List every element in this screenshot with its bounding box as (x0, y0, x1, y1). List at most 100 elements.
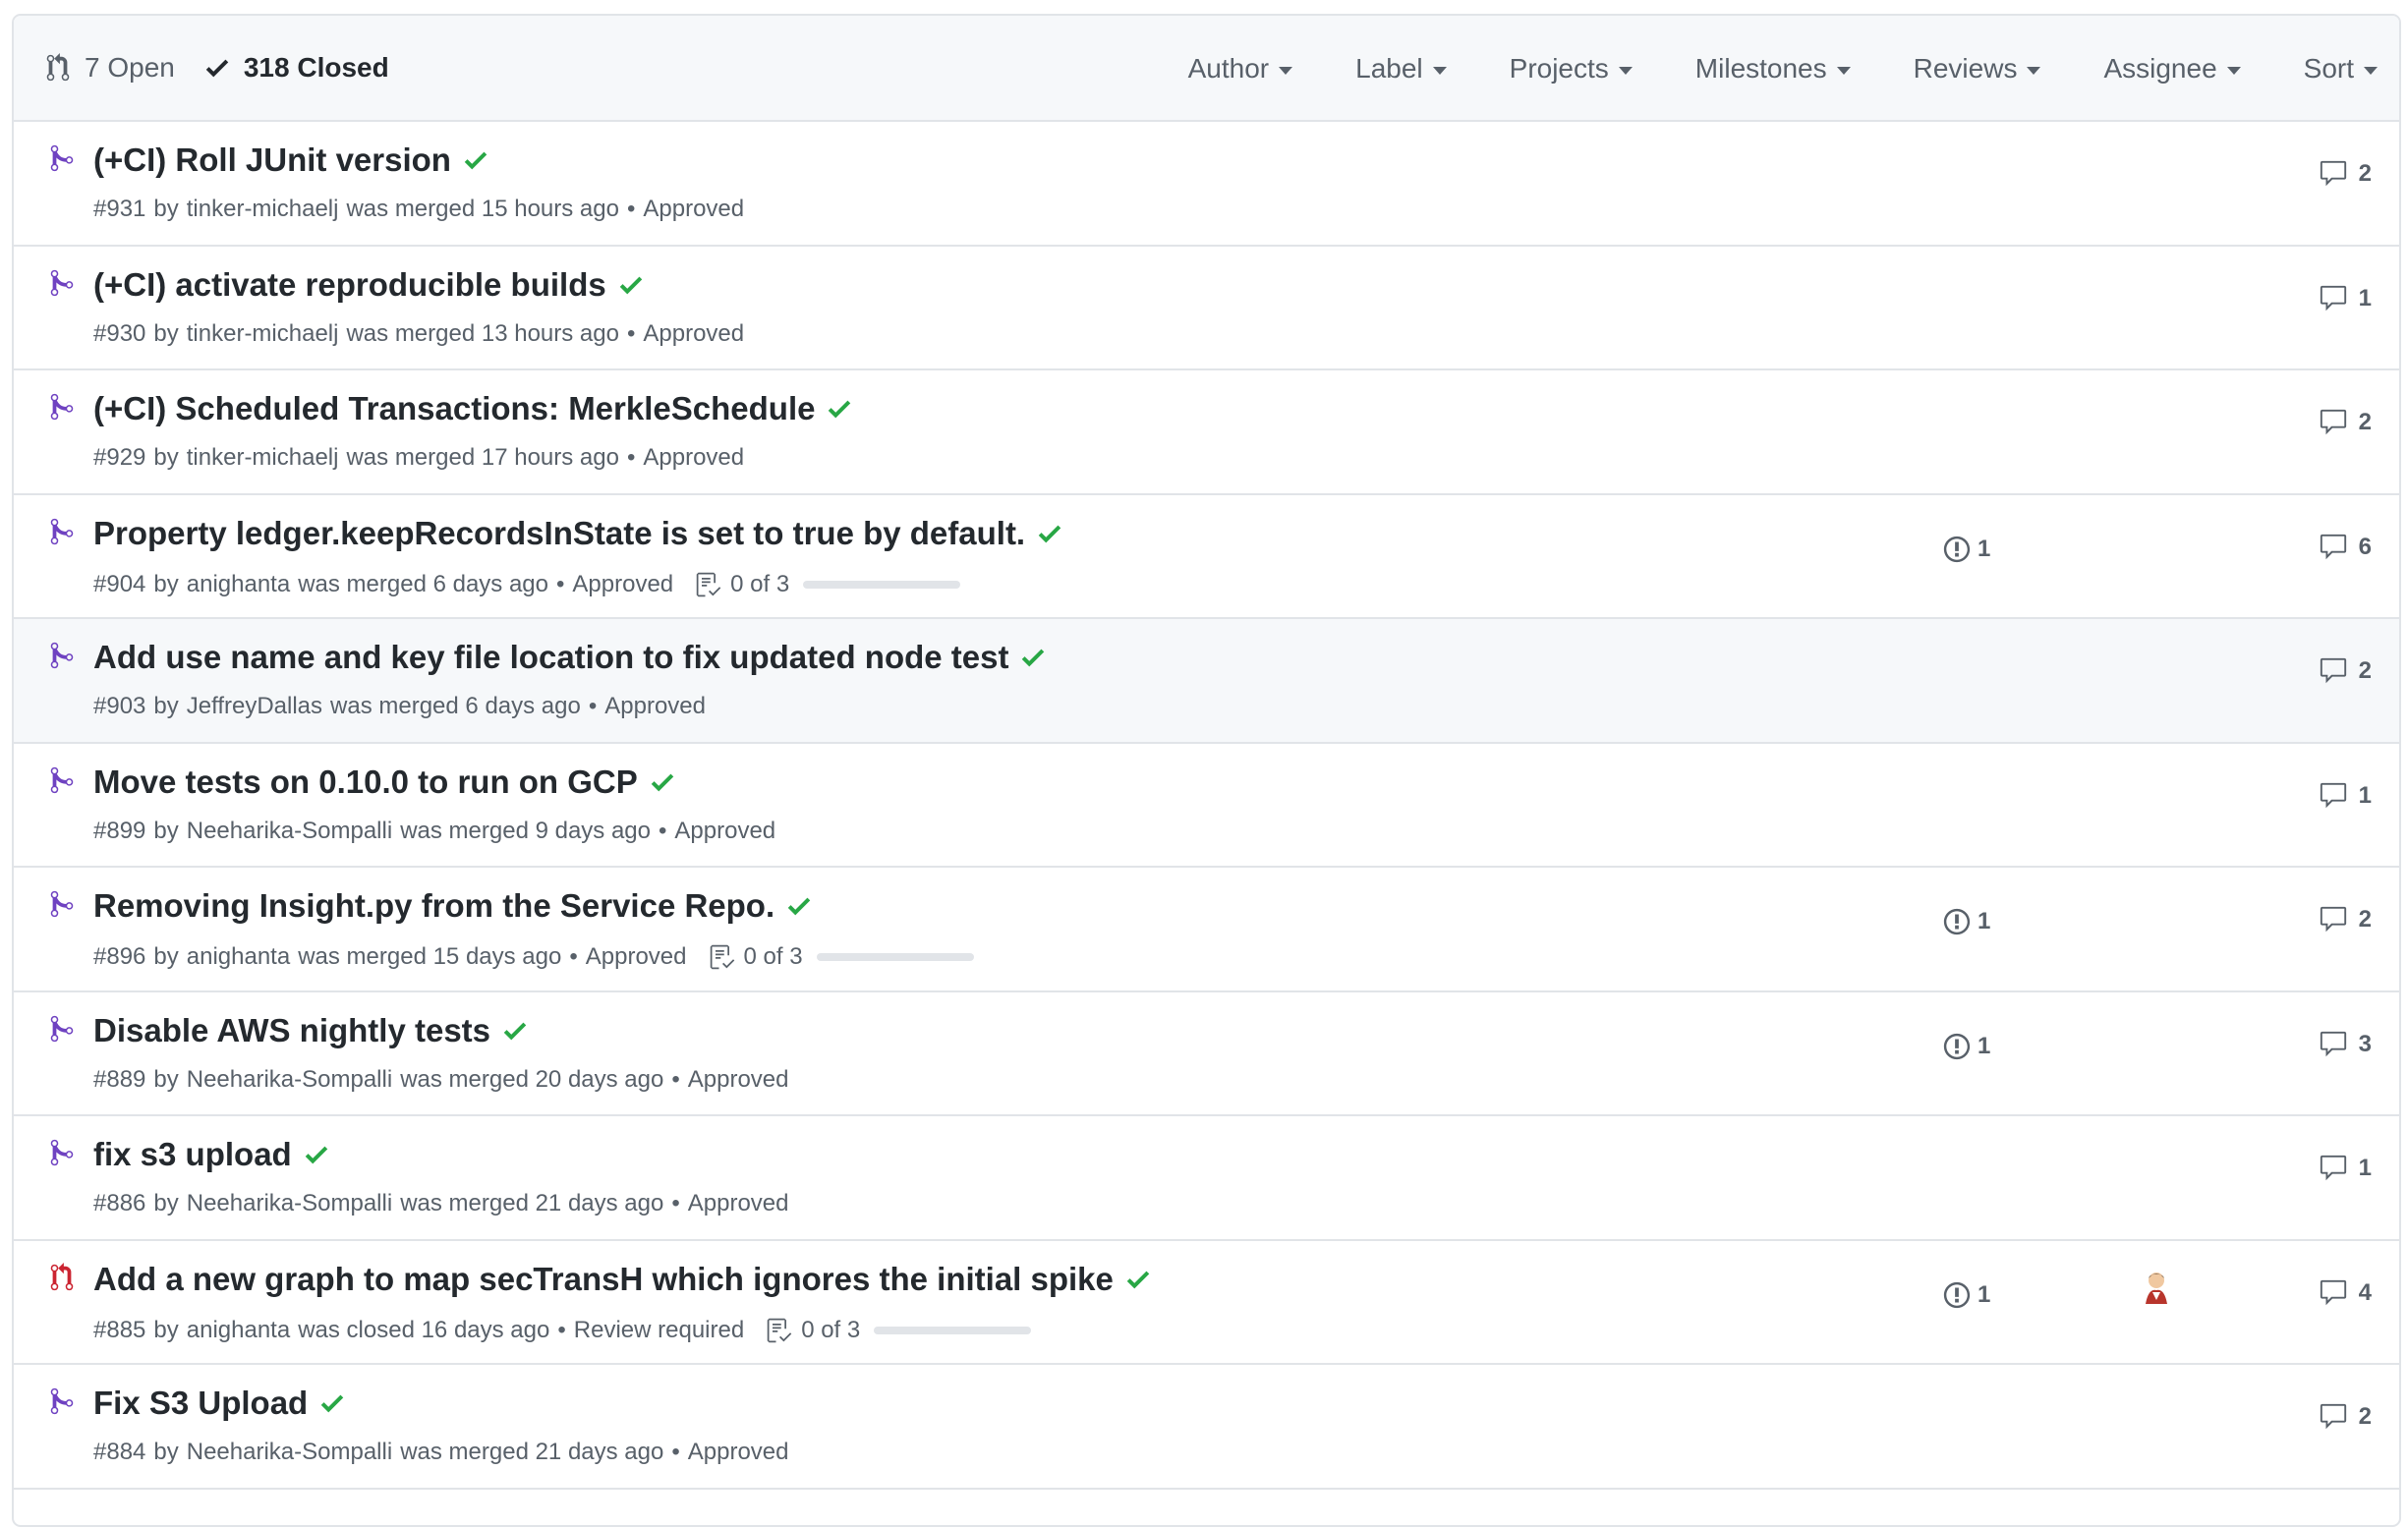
pull-request-row: (+CI) activate reproducible builds #930 … (14, 246, 2399, 370)
check-status-icon[interactable] (650, 767, 675, 797)
comment-icon (2318, 408, 2349, 437)
review-status[interactable]: Approved (674, 818, 775, 845)
assignee-filter[interactable]: Assignee (2103, 53, 2241, 85)
task-progress-bar (816, 953, 974, 961)
comments-link[interactable]: 1 (2318, 1154, 2372, 1183)
comments-link[interactable]: 6 (2318, 533, 2372, 562)
author-link[interactable]: anighanta (187, 1317, 290, 1344)
author-link[interactable]: Neeharika-Sompalli (187, 1066, 392, 1094)
pull-request-meta: #904 by anighanta was merged 6 days ago … (93, 569, 961, 600)
author-link[interactable]: tinker-michaelj (187, 196, 339, 223)
author-link[interactable]: tinker-michaelj (187, 444, 339, 472)
pull-request-row: Add a new graph to map secTransH which i… (14, 1240, 2399, 1365)
review-status[interactable]: Approved (643, 444, 744, 472)
comments-link[interactable]: 1 (2318, 781, 2372, 811)
check-status-icon[interactable] (827, 394, 852, 424)
review-status[interactable]: Approved (643, 320, 744, 348)
author-link[interactable]: anighanta (187, 943, 290, 971)
author-link[interactable]: Neeharika-Sompalli (187, 818, 392, 845)
linked-issues[interactable]: 1 (1942, 907, 1990, 936)
author-link[interactable]: Neeharika-Sompalli (187, 1439, 392, 1466)
author-link[interactable]: Neeharika-Sompalli (187, 1190, 392, 1217)
review-status[interactable]: Approved (688, 1190, 789, 1217)
pull-request-number: #903 (93, 693, 146, 719)
pull-request-title[interactable]: Fix S3 Upload (93, 1385, 308, 1422)
assignee-avatar[interactable] (2137, 1266, 2176, 1306)
state-toggle: 7 Open 318 Closed (45, 52, 419, 84)
task-progress-bar (803, 580, 961, 589)
comments-link[interactable]: 3 (2318, 1030, 2372, 1059)
review-status[interactable]: Approved (688, 1439, 789, 1466)
review-status[interactable]: Approved (604, 693, 706, 720)
pull-request-title[interactable]: Removing Insight.py from the Service Rep… (93, 887, 774, 925)
check-status-icon[interactable] (463, 145, 488, 175)
task-progress[interactable]: 0 of 3 (695, 569, 961, 600)
pull-request-title[interactable]: (+CI) Roll JUnit version (93, 141, 451, 179)
comment-count: 1 (2358, 1155, 2372, 1181)
merge-status: was merged 9 days ago (400, 817, 651, 844)
check-status-icon[interactable] (1037, 519, 1062, 548)
pull-request-title[interactable]: (+CI) activate reproducible builds (93, 266, 606, 304)
task-progress-bar (874, 1326, 1032, 1334)
pull-request-meta: #889 by Neeharika-Sompalli was merged 20… (93, 1066, 789, 1094)
pull-request-meta: #931 by tinker-michaelj was merged 15 ho… (93, 196, 744, 223)
comments-link[interactable]: 2 (2318, 159, 2372, 189)
merge-status: was merged 17 hours ago (346, 444, 619, 471)
linked-issues[interactable]: 1 (1942, 535, 1990, 564)
task-progress[interactable]: 0 of 3 (766, 1315, 1032, 1346)
author-link[interactable]: JeffreyDallas (187, 693, 322, 720)
author-link[interactable]: tinker-michaelj (187, 320, 339, 348)
review-status[interactable]: Approved (572, 571, 673, 598)
check-status-icon[interactable] (319, 1388, 345, 1418)
merge-status: was merged 21 days ago (400, 1190, 664, 1216)
checklist-icon (766, 1315, 793, 1346)
comments-link[interactable]: 1 (2318, 284, 2372, 313)
comments-link[interactable]: 2 (2318, 1402, 2372, 1432)
linked-issues[interactable]: 1 (1942, 1032, 1990, 1061)
pull-request-meta: #930 by tinker-michaelj was merged 13 ho… (93, 320, 744, 348)
review-status[interactable]: Approved (688, 1066, 789, 1094)
merge-status: was merged 6 days ago (330, 693, 581, 719)
label-filter[interactable]: Label (1355, 53, 1447, 85)
pull-request-title[interactable]: Add use name and key file location to fi… (93, 639, 1008, 676)
comments-link[interactable]: 2 (2318, 656, 2372, 686)
check-status-icon[interactable] (304, 1140, 329, 1169)
linked-issues[interactable]: 1 (1942, 1280, 1990, 1310)
open-filter[interactable]: 7 Open (45, 52, 175, 84)
pull-request-title[interactable]: Add a new graph to map secTransH which i… (93, 1261, 1114, 1298)
closed-count: 318 Closed (243, 52, 389, 83)
check-status-icon[interactable] (502, 1016, 528, 1046)
pull-request-number: #930 (93, 319, 146, 347)
review-status[interactable]: Approved (643, 196, 744, 223)
pull-request-title[interactable]: fix s3 upload (93, 1136, 292, 1173)
comment-icon (2318, 905, 2349, 934)
task-count: 0 of 3 (743, 943, 803, 970)
review-status[interactable]: Review required (574, 1317, 744, 1344)
pull-request-rows: (+CI) Roll JUnit version #931 by tinker-… (14, 122, 2399, 1490)
review-status[interactable]: Approved (586, 943, 687, 971)
check-status-icon[interactable] (1020, 643, 1046, 672)
comments-link[interactable]: 2 (2318, 905, 2372, 934)
comment-count: 2 (2358, 409, 2372, 435)
separator-dot: • (626, 196, 636, 222)
sort-filter[interactable]: Sort (2304, 53, 2378, 85)
pull-request-title[interactable]: (+CI) Scheduled Transactions: MerkleSche… (93, 390, 815, 427)
author-link[interactable]: anighanta (187, 571, 290, 598)
milestones-filter[interactable]: Milestones (1695, 53, 1851, 85)
comments-link[interactable]: 4 (2318, 1278, 2372, 1308)
check-status-icon[interactable] (786, 891, 812, 921)
author-filter[interactable]: Author (1188, 53, 1293, 85)
reviews-filter[interactable]: Reviews (1914, 53, 2041, 85)
pull-request-title[interactable]: Disable AWS nightly tests (93, 1012, 490, 1049)
comments-link[interactable]: 2 (2318, 408, 2372, 437)
comment-count: 2 (2358, 160, 2372, 187)
task-progress[interactable]: 0 of 3 (709, 941, 974, 973)
comment-count: 1 (2358, 284, 2372, 311)
projects-filter[interactable]: Projects (1510, 53, 1633, 85)
pull-request-title[interactable]: Property ledger.keepRecordsInState is se… (93, 515, 1025, 552)
check-status-icon[interactable] (1125, 1265, 1151, 1294)
closed-filter[interactable]: 318 Closed (204, 52, 389, 84)
issue-icon (1942, 1032, 1972, 1061)
pull-request-title[interactable]: Move tests on 0.10.0 to run on GCP (93, 764, 638, 801)
check-status-icon[interactable] (618, 270, 644, 300)
